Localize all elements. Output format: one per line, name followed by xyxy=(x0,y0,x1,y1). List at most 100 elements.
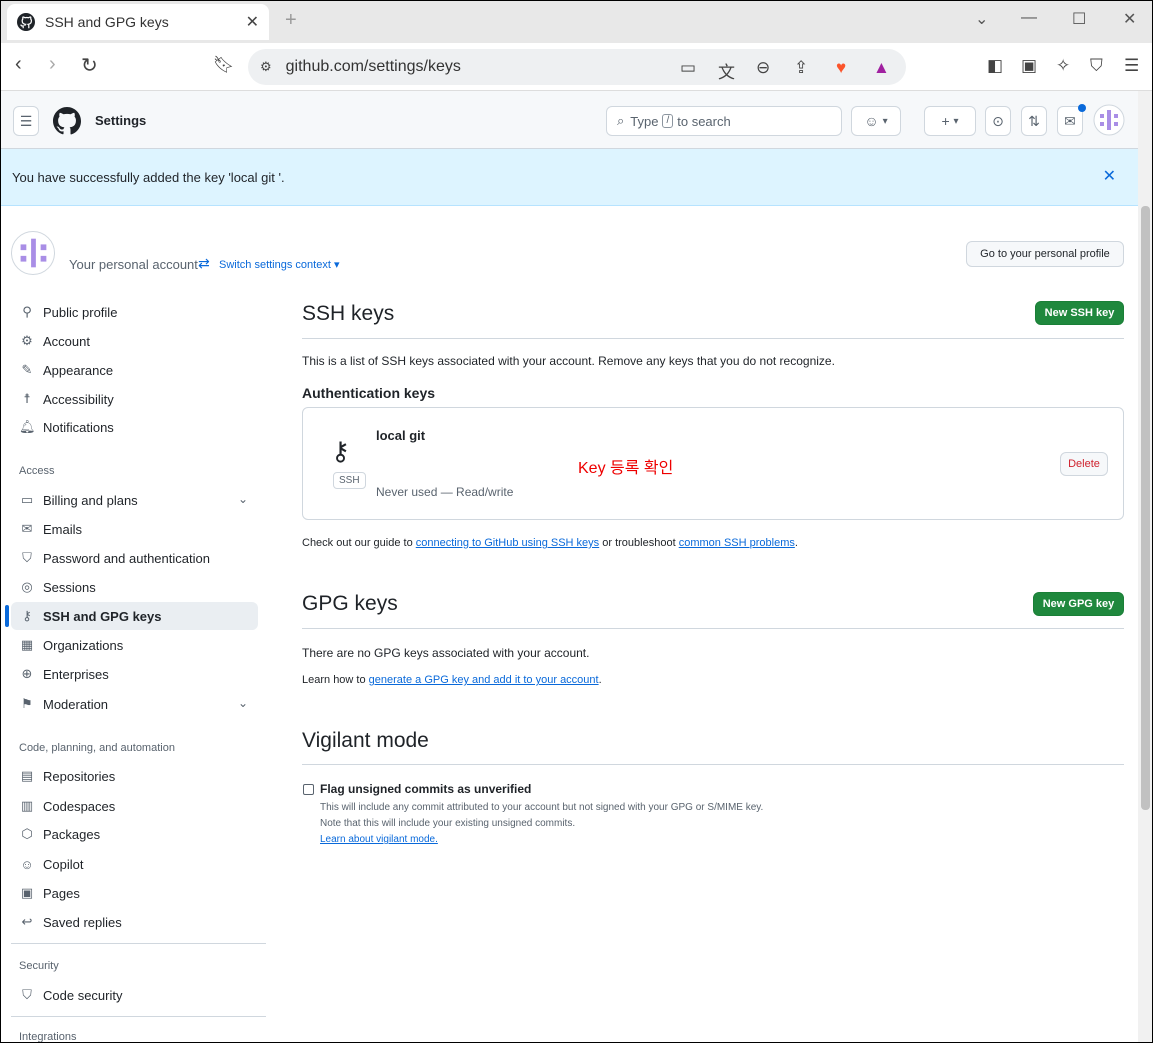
sidebar-item-label: Code security xyxy=(43,987,123,1003)
search-input[interactable]: ⌕ Type / to search xyxy=(606,106,842,136)
sidebar-item-organizations[interactable]: ▦ Organizations xyxy=(11,631,258,659)
create-new-button[interactable]: + ▾ xyxy=(924,106,976,136)
leo-ai-icon[interactable]: ✧ xyxy=(1056,56,1070,76)
brave-shield-icon[interactable]: ♥ xyxy=(836,58,846,78)
sidebar-item-label: Sessions xyxy=(43,579,96,595)
guide-middle: or troubleshoot xyxy=(602,537,676,549)
sidebar-item-label: Packages xyxy=(43,826,101,842)
generate-gpg-link[interactable]: generate a GPG key and add it to your ac… xyxy=(369,674,599,686)
package-icon: ⬡ xyxy=(21,826,33,841)
delete-button[interactable]: Delete xyxy=(1060,452,1108,476)
flash-message: You have successfully added the key 'loc… xyxy=(12,169,285,185)
pull-requests-button[interactable]: ⇅ xyxy=(1021,106,1047,136)
new-gpg-key-button[interactable]: New GPG key xyxy=(1033,592,1124,616)
minimize-icon[interactable]: — xyxy=(1021,9,1037,27)
reload-icon[interactable]: ↻ xyxy=(81,53,98,78)
sidebar-item-label: Enterprises xyxy=(43,666,109,682)
github-favicon-icon xyxy=(17,13,35,31)
back-icon[interactable]: ‹ xyxy=(15,53,22,76)
connecting-ssh-link[interactable]: connecting to GitHub using SSH keys xyxy=(416,537,599,549)
chevron-down-icon: ▾ xyxy=(882,115,888,127)
copilot-button[interactable]: ☺ ▾ xyxy=(851,106,901,136)
new-ssh-key-button[interactable]: New SSH key xyxy=(1035,301,1124,325)
annotation-text: Key 등록 확인 xyxy=(578,460,674,477)
guide-suffix: . xyxy=(794,537,798,549)
organization-icon: ▦ xyxy=(20,637,34,652)
wallet-icon[interactable]: ▣ xyxy=(1021,56,1037,76)
sidebar-item-account[interactable]: ⚙ Account xyxy=(11,327,258,355)
switch-settings-context-button[interactable]: Switch settings context ▾ xyxy=(219,258,339,271)
gear-icon: ⚙ xyxy=(21,333,33,348)
translate-icon[interactable]: 文 xyxy=(718,58,735,83)
global-nav-menu-button[interactable]: ☰ xyxy=(13,106,39,136)
scrollbar-thumb[interactable] xyxy=(1141,206,1150,810)
site-settings-icon[interactable]: ⚙ xyxy=(260,59,272,75)
sidebar-toggle-icon[interactable]: ◧ xyxy=(987,56,1003,76)
go-to-profile-button[interactable]: Go to your personal profile xyxy=(966,241,1124,267)
guide-prefix: Check out our guide to xyxy=(302,537,413,549)
brave-rewards-icon[interactable]: ▲ xyxy=(873,58,890,78)
shield-lock-icon: ⛉ xyxy=(22,550,32,565)
sidebar-item-code-security[interactable]: ⛉ Code security xyxy=(11,981,258,1009)
address-bar[interactable]: ⚙ github.com/settings/keys ▭ 文 ⊖ ⇪ ♥ ▲ xyxy=(248,49,906,85)
sidebar-item-packages[interactable]: ⬡ Packages xyxy=(11,820,258,848)
window-close-icon[interactable]: ✕ xyxy=(1123,9,1136,29)
copilot-icon: ☺ xyxy=(20,856,34,872)
sidebar-item-notifications[interactable]: 🔔︎ Notifications xyxy=(11,413,258,441)
sidebar-item-label: Public profile xyxy=(43,304,118,320)
sidebar-item-label: Repositories xyxy=(43,768,116,784)
tab-search-chevron-icon[interactable]: ⌄ xyxy=(975,9,988,29)
vigilant-learn-link[interactable]: Learn about vigilant mode. xyxy=(320,834,438,845)
close-icon[interactable]: ✕ xyxy=(1103,166,1116,186)
bookmark-icon[interactable]: 🔖︎ xyxy=(213,55,235,75)
sidebar-item-moderation[interactable]: ⚑ Moderation ⌄ xyxy=(11,690,258,718)
tab-title: SSH and GPG keys xyxy=(45,14,169,30)
issue-icon: ⊙ xyxy=(992,112,1004,129)
personal-account-label: Your personal account xyxy=(69,257,198,272)
vigilant-checkbox-label[interactable]: Flag unsigned commits as unverified xyxy=(320,782,531,796)
mail-icon: ✉ xyxy=(21,521,33,536)
tab-close-icon[interactable]: ✕ xyxy=(246,12,259,32)
ssh-key-list-item: ⚷ SSH local git Key 등록 확인 Never used — R… xyxy=(302,407,1124,520)
maximize-icon[interactable]: ☐ xyxy=(1072,9,1086,29)
browser-window: SSH and GPG keys ✕ + ⌄ — ☐ ✕ ‹ › ↻ 🔖︎ ⚙ … xyxy=(0,0,1153,1043)
ssh-problems-link[interactable]: common SSH problems xyxy=(679,537,795,549)
gpg-empty-text: There are no GPG keys associated with yo… xyxy=(302,646,590,660)
share-icon[interactable]: ⇪ xyxy=(794,58,808,78)
active-indicator xyxy=(5,605,9,627)
sidebar-item-ssh-gpg-keys[interactable]: ⚷ SSH and GPG keys xyxy=(11,602,258,630)
sidebar-item-repositories[interactable]: ▤ Repositories xyxy=(11,762,258,790)
browser-tab[interactable]: SSH and GPG keys ✕ xyxy=(7,4,269,40)
sidebar-item-password[interactable]: ⛉ Password and authentication xyxy=(11,544,258,572)
sidebar-item-label: SSH and GPG keys xyxy=(43,608,162,624)
sidebar-item-billing[interactable]: ▭ Billing and plans ⌄ xyxy=(11,486,258,514)
cast-icon[interactable]: ▭ xyxy=(680,58,696,78)
github-logo-icon[interactable] xyxy=(53,107,81,135)
sidebar-item-sessions[interactable]: ◎ Sessions xyxy=(11,573,258,601)
sidebar-item-codespaces[interactable]: ▥ Codespaces xyxy=(11,792,258,820)
new-tab-icon[interactable]: + xyxy=(285,9,297,32)
learn-suffix: . xyxy=(598,674,602,686)
menu-icon[interactable]: ☰ xyxy=(1124,56,1139,76)
sidebar-item-saved-replies[interactable]: ↩ Saved replies xyxy=(11,908,258,936)
chevron-down-icon: ⌄ xyxy=(237,696,248,710)
issues-button[interactable]: ⊙ xyxy=(985,106,1011,136)
sidebar-item-copilot[interactable]: ☺ Copilot xyxy=(11,850,258,878)
sidebar-item-appearance[interactable]: ✎ Appearance xyxy=(11,356,258,384)
avatar[interactable] xyxy=(1093,104,1125,136)
sidebar-item-label: Saved replies xyxy=(43,914,122,930)
zoom-out-icon[interactable]: ⊖ xyxy=(756,58,770,78)
github-header: ☰ Settings ⌕ Type / to search ☺ ▾ + ▾ ⊙ … xyxy=(1,91,1138,149)
shield-icon: ⛉ xyxy=(22,987,32,1002)
sidebar-item-enterprises[interactable]: ⊕ Enterprises xyxy=(11,660,258,688)
sidebar-item-accessibility[interactable]: ☨ Accessibility xyxy=(11,385,258,413)
repo-icon: ▤ xyxy=(20,768,34,783)
forward-icon[interactable]: › xyxy=(49,53,56,76)
sidebar-item-public-profile[interactable]: ⚲ Public profile xyxy=(11,298,258,326)
paintbrush-icon: ✎ xyxy=(21,362,33,377)
vpn-icon[interactable]: ⛉ xyxy=(1090,56,1103,76)
search-placeholder-prefix: Type xyxy=(630,113,659,129)
sidebar-item-pages[interactable]: ▣ Pages xyxy=(11,879,258,907)
vigilant-checkbox[interactable] xyxy=(303,784,314,795)
sidebar-item-emails[interactable]: ✉ Emails xyxy=(11,515,258,543)
